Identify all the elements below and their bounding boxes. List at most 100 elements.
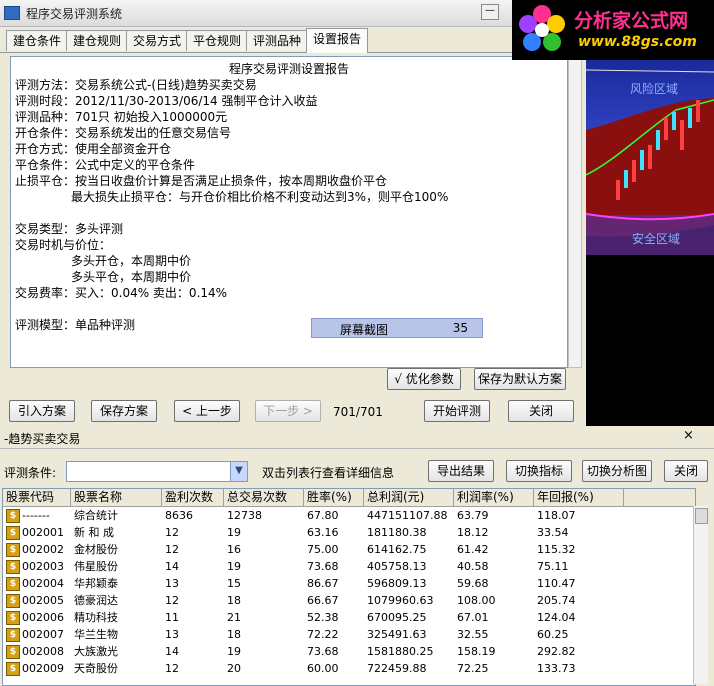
table-cell: 67.80 [307, 509, 339, 522]
import-scheme-button[interactable]: 引入方案 [9, 400, 75, 422]
report-text-area[interactable]: 程序交易评测设置报告 评测方法：交易系统公式-(日线)趋势买卖交易 评测时段：2… [10, 56, 568, 368]
logo-url: www.88gs.com [578, 34, 697, 50]
col-header[interactable]: 利润率(%) [454, 489, 534, 506]
report-line: 交易类型：多头评测 [15, 222, 124, 236]
screen-capture-overlay: 屏幕截图 35 [311, 318, 483, 338]
col-header[interactable]: 总交易次数 [224, 489, 304, 506]
switch-chart-button[interactable]: 切换分析图 [582, 460, 652, 482]
optimize-params-button[interactable]: √ 优化参数 [387, 368, 461, 390]
col-header[interactable]: 盈利次数 [162, 489, 224, 506]
results-title-bar: -趋势买卖交易 × [0, 426, 714, 449]
logo-flower-icon [519, 5, 565, 51]
table-cell: 伟星股份 [74, 560, 118, 573]
table-cell: ------- [22, 509, 50, 522]
table-cell: 72.22 [307, 628, 339, 641]
export-results-button[interactable]: 导出结果 [428, 460, 494, 482]
tab-close-rule[interactable]: 平仓规则 [186, 30, 249, 51]
logo-text: 分析家公式网 [574, 10, 689, 32]
table-row[interactable]: $002003 伟星股份 14 19 73.68 405758.13 40.58 75.11 [3, 558, 693, 575]
table-row[interactable]: $002001 新 和 成 12 19 63.16 181180.38 18.12 33.54 [3, 524, 693, 541]
tab-trade-mode[interactable]: 交易方式 [126, 30, 189, 51]
table-cell: 1079960.63 [367, 594, 434, 607]
capture-label: 屏幕截图 [340, 323, 389, 337]
col-header[interactable]: 总利润(元) [364, 489, 454, 506]
table-row[interactable]: $002009 天奇股份 12 20 60.00 722459.88 72.25 133.73 [3, 660, 693, 677]
site-logo: 分析家公式网 www.88gs.com [512, 0, 714, 60]
app-icon [4, 6, 20, 20]
table-cell: 73.68 [307, 645, 339, 658]
table-cell: 21 [227, 611, 241, 624]
table-row[interactable]: $002002 金材股份 12 16 75.00 614162.75 61.42 115.32 [3, 541, 693, 558]
table-cell: 614162.75 [367, 543, 427, 556]
table-cell: 447151107.88 [367, 509, 448, 522]
title-bar: 程序交易评测系统 — [0, 0, 586, 27]
report-title: 程序交易评测设置报告 [228, 62, 349, 76]
table-scrollbar[interactable] [693, 506, 708, 684]
table-cell: 华兰生物 [74, 628, 118, 641]
report-line: 平仓条件：公式中定义的平仓条件 [15, 158, 196, 172]
report-line: 开仓条件：交易系统发出的任意交易信号 [15, 126, 232, 140]
table-cell: 60.00 [307, 662, 339, 675]
table-cell: 002001 [22, 526, 64, 539]
scrollbar-thumb[interactable] [695, 508, 708, 524]
minimize-button[interactable]: — [481, 4, 499, 20]
table-row[interactable]: $002007 华兰生物 13 18 72.22 325491.63 32.55 60.25 [3, 626, 693, 643]
next-step-button[interactable]: 下一步 > [255, 400, 321, 422]
col-header[interactable]: 股票名称 [71, 489, 162, 506]
table-cell: 13 [165, 577, 179, 590]
table-row[interactable]: $002004 华邦颖泰 13 15 86.67 596809.13 59.68 110.47 [3, 575, 693, 592]
table-cell: 75.00 [307, 543, 339, 556]
table-cell: 002003 [22, 560, 64, 573]
table-cell: 综合统计 [74, 509, 118, 522]
table-cell: 13 [165, 628, 179, 641]
results-close-button[interactable]: 关闭 [664, 460, 708, 482]
col-header[interactable]: 股票代码 [3, 489, 71, 506]
table-cell: 405758.13 [367, 560, 427, 573]
tab-settings-report[interactable]: 设置报告 [306, 28, 369, 53]
table-row[interactable]: $002008 大族激光 14 19 73.68 1581880.25 158.19 292.… [3, 643, 693, 660]
table-cell: 66.67 [307, 594, 339, 607]
close-button[interactable]: 关闭 [508, 400, 574, 422]
table-cell: 32.55 [457, 628, 489, 641]
col-header[interactable]: 年回报(%) [534, 489, 624, 506]
table-row[interactable]: $002006 精功科技 11 21 52.38 670095.25 67.01 124.04 [3, 609, 693, 626]
start-test-button[interactable]: 开始评测 [424, 400, 490, 422]
table-cell: 75.11 [537, 560, 569, 573]
table-cell: 61.42 [457, 543, 489, 556]
report-line: 多头平仓，本周期中价 [71, 270, 192, 284]
tab-test-symbols[interactable]: 评测品种 [246, 30, 309, 51]
table-cell: 11 [165, 611, 179, 624]
window-title: 程序交易评测系统 [26, 7, 123, 21]
tab-open-rule[interactable]: 建仓规则 [66, 30, 129, 51]
capture-count: 35 [452, 321, 468, 335]
tab-open-condition[interactable]: 建仓条件 [6, 30, 69, 51]
chevron-down-icon[interactable]: ▼ [230, 462, 247, 481]
table-cell: 16 [227, 543, 241, 556]
table-cell: 14 [165, 645, 179, 658]
table-cell: 292.82 [537, 645, 576, 658]
results-window: -趋势买卖交易 × 评测条件: ▼ 双击列表行查看详细信息 导出结果 切换指标 … [0, 426, 714, 686]
hint-text: 双击列表行查看详细信息 [262, 466, 395, 480]
close-icon[interactable]: × [683, 428, 694, 443]
report-line: 交易时机与价位： [15, 238, 112, 252]
table-cell: 1581880.25 [367, 645, 434, 658]
save-scheme-button[interactable]: 保存方案 [91, 400, 157, 422]
table-cell: 73.68 [307, 560, 339, 573]
results-table[interactable]: 股票代码 股票名称 盈利次数 总交易次数 胜率(%) 总利润(元) 利润率(%)… [2, 488, 696, 686]
save-default-button[interactable]: 保存为默认方案 [474, 368, 566, 390]
table-cell: 325491.63 [367, 628, 427, 641]
table-row[interactable]: $002005 德豪润达 12 18 66.67 1079960.63 108.00 205.… [3, 592, 693, 609]
table-cell: 002008 [22, 645, 64, 658]
col-header[interactable]: 胜率(%) [304, 489, 364, 506]
table-cell: 596809.13 [367, 577, 427, 590]
criteria-select[interactable]: ▼ [66, 461, 248, 482]
prev-step-button[interactable]: < 上一步 [174, 400, 240, 422]
report-scrollbar[interactable] [568, 56, 582, 368]
table-row[interactable]: $ ------- 综合统计 8636 12738 67.80 447151107.88 63… [3, 507, 693, 524]
table-cell: 118.07 [537, 509, 576, 522]
table-cell: 115.32 [537, 543, 576, 556]
switch-indicator-button[interactable]: 切换指标 [506, 460, 572, 482]
table-cell: 181180.38 [367, 526, 427, 539]
report-line: 交易费率：买入：0.04% 卖出：0.14% [15, 286, 228, 300]
table-cell: 59.68 [457, 577, 489, 590]
